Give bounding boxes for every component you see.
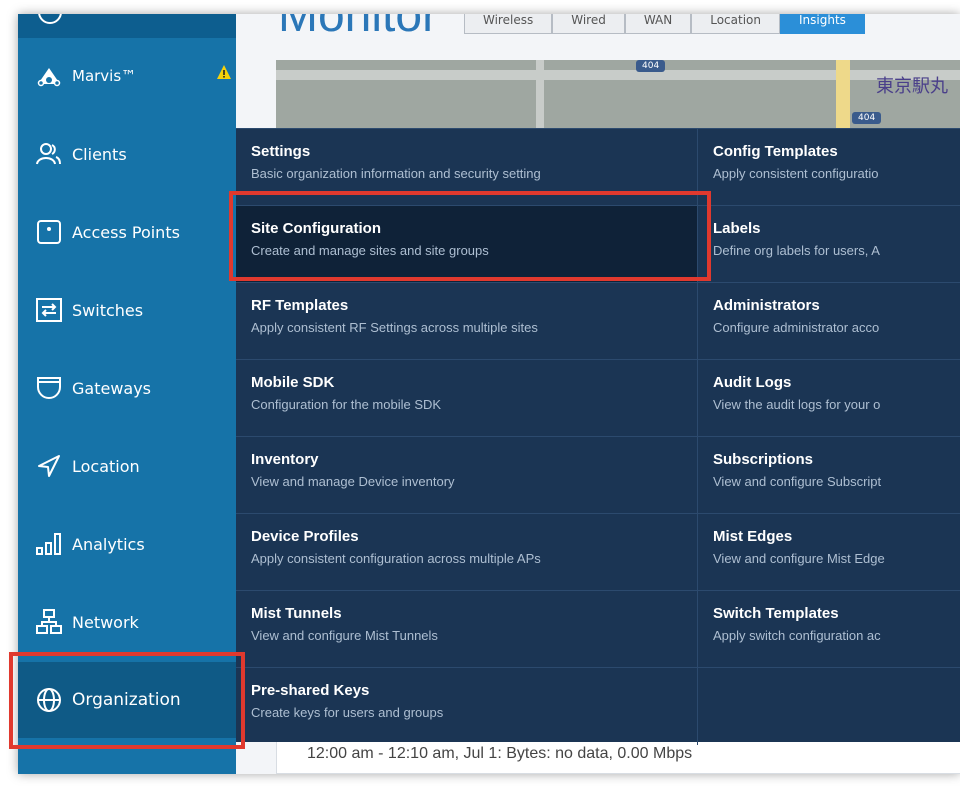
menu-item-desc: View and configure Mist Tunnels (251, 628, 438, 643)
menu-item-title: Mobile SDK (251, 374, 335, 391)
menu-item-administrators[interactable]: Administrators Configure administrator a… (698, 283, 960, 360)
menu-item-desc: Create keys for users and groups (251, 705, 444, 720)
menu-item-rf-templates[interactable]: RF Templates Apply consistent RF Setting… (236, 283, 698, 360)
menu-item-desc: Apply consistent configuration across mu… (251, 551, 541, 566)
gateway-icon (36, 375, 62, 401)
sidebar-item-label: Location (72, 456, 140, 476)
menu-item-desc: View and configure Subscript (713, 474, 882, 489)
menu-item-title: Subscriptions (713, 451, 814, 468)
sidebar-item-label: Network (72, 612, 139, 632)
menu-item-title: Mist Tunnels (251, 605, 342, 622)
menu-item-title: Settings (251, 143, 311, 160)
menu-item-title: Inventory (251, 451, 319, 468)
sidebar-item-clients[interactable]: Clients (18, 116, 236, 192)
menu-item-config-templates[interactable]: Config Templates Apply consistent config… (698, 129, 960, 206)
menu-item-desc: Apply switch configuration ac (713, 628, 881, 643)
access-point-icon (36, 219, 62, 245)
menu-item-desc: View and configure Mist Edge (713, 551, 885, 566)
menu-item-title: Pre-shared Keys (251, 682, 370, 699)
tab-wan[interactable]: WAN (624, 14, 692, 34)
menu-item-title: Device Profiles (251, 528, 359, 545)
menu-item-title: Switch Templates (713, 605, 839, 622)
menu-item-desc: View and manage Device inventory (251, 474, 455, 489)
sidebar-top-strip (18, 14, 236, 38)
menu-item-title: Labels (713, 220, 761, 237)
menu-item-desc: Define org labels for users, A (713, 243, 880, 258)
tab-insights[interactable]: Insights (780, 14, 865, 34)
sidebar-item-label: Access Points (72, 222, 180, 242)
tab-wired[interactable]: Wired (552, 14, 625, 34)
menu-item-title: Administrators (713, 297, 820, 314)
marvis-icon (36, 63, 62, 89)
route-shield: 404 (852, 112, 882, 124)
map-city-label: 東京駅丸 (876, 76, 948, 97)
sidebar-item-label: Clients (72, 144, 127, 164)
menu-item-inventory[interactable]: Inventory View and manage Device invento… (236, 437, 698, 514)
switch-icon (36, 297, 62, 323)
menu-item-title: Config Templates (713, 143, 838, 160)
menu-item-desc: Apply consistent configuratio (713, 166, 879, 181)
sidebar-item-label: Gateways (72, 378, 152, 398)
menu-item-mist-edges[interactable]: Mist Edges View and configure Mist Edge (698, 514, 960, 591)
sidebar-item-access-points[interactable]: Access Points (18, 194, 236, 270)
menu-item-device-profiles[interactable]: Device Profiles Apply consistent configu… (236, 514, 698, 591)
menu-item-title: Mist Edges (713, 528, 793, 545)
menu-item-switch-templates[interactable]: Switch Templates Apply switch configurat… (698, 591, 960, 668)
highlight-callout-organization (9, 652, 245, 749)
menu-item-subscriptions[interactable]: Subscriptions View and configure Subscri… (698, 437, 960, 514)
menu-item-audit-logs[interactable]: Audit Logs View the audit logs for your … (698, 360, 960, 437)
status-line: 12:00 am - 12:10 am, Jul 1: Bytes: no da… (307, 745, 693, 762)
menu-item-mobile-sdk[interactable]: Mobile SDK Configuration for the mobile … (236, 360, 698, 437)
sidebar-item-label: Marvis™ (72, 67, 137, 85)
monitor-tabs: Wireless Wired WAN Location Insights (464, 14, 865, 34)
menu-item-desc: Configuration for the mobile SDK (251, 397, 442, 412)
route-shield: 404 (636, 60, 666, 72)
sidebar-item-location[interactable]: Location (18, 428, 236, 504)
tab-wireless[interactable]: Wireless (464, 14, 553, 34)
menu-item-desc: View the audit logs for your o (713, 397, 881, 412)
sidebar-item-switches[interactable]: Switches (18, 272, 236, 348)
highlight-callout-site-configuration (229, 191, 711, 281)
sidebar-item-gateways[interactable]: Gateways (18, 350, 236, 426)
menu-item-title: Audit Logs (713, 374, 792, 391)
page-title: Monitor (278, 14, 439, 42)
menu-item-pre-shared-keys[interactable]: Pre-shared Keys Create keys for users an… (236, 668, 698, 745)
menu-item-title: RF Templates (251, 297, 349, 314)
menu-item-desc: Apply consistent RF Settings across mult… (251, 320, 538, 335)
analytics-icon (36, 531, 62, 557)
clients-icon (36, 141, 62, 167)
sidebar-item-network[interactable]: Network (18, 584, 236, 660)
sidebar-item-label: Switches (72, 300, 144, 320)
sidebar-item-marvis[interactable]: Marvis™ (18, 38, 236, 114)
map-road (276, 70, 960, 80)
menu-item-desc: Basic organization information and secur… (251, 166, 541, 181)
menu-item-desc: Configure administrator acco (713, 320, 880, 335)
sidebar-item-label: Analytics (72, 534, 145, 554)
logo-icon (38, 14, 62, 24)
menu-item-mist-tunnels[interactable]: Mist Tunnels View and configure Mist Tun… (236, 591, 698, 668)
warning-icon (216, 64, 232, 80)
menu-item-labels[interactable]: Labels Define org labels for users, A (698, 206, 960, 283)
sidebar-item-analytics[interactable]: Analytics (18, 506, 236, 582)
location-icon (36, 453, 62, 479)
network-icon (36, 609, 62, 635)
tab-location[interactable]: Location (691, 14, 780, 34)
